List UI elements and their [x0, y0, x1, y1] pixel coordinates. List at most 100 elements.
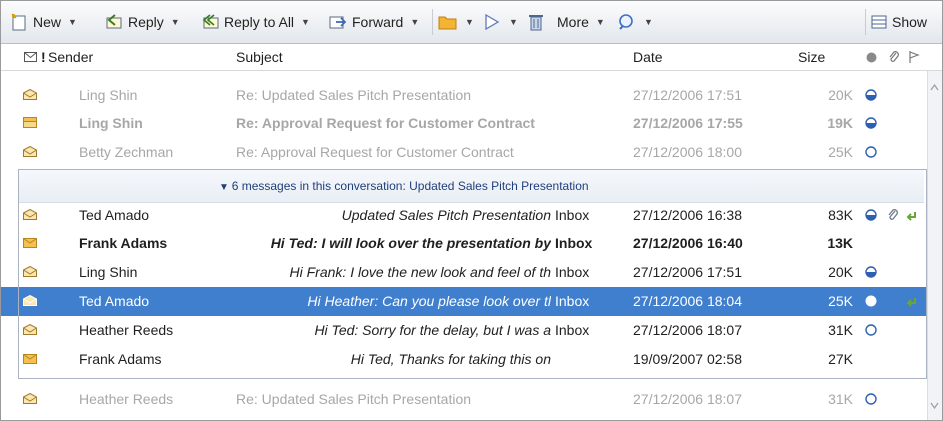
chevron-down-icon[interactable]: ▼ [596, 17, 605, 27]
move-to-folder-button[interactable]: ▼ [438, 10, 474, 34]
date-cell: 27/12/2006 17:51 [633, 87, 742, 103]
status-half-icon[interactable] [865, 266, 877, 278]
reply-label: Reply [128, 14, 164, 30]
chevron-down-icon[interactable]: ▼ [301, 17, 310, 27]
status-half-icon[interactable] [865, 89, 877, 101]
priority-column-icon[interactable]: ! [41, 49, 46, 65]
attachment-column-icon[interactable] [888, 50, 900, 64]
open-envelope-icon [23, 324, 37, 335]
size-cell: 25K [828, 144, 853, 160]
conversation-header-text: 6 messages in this conversation: Updated… [231, 179, 589, 193]
flag-icon [485, 13, 500, 31]
open-envelope-icon [23, 393, 37, 404]
size-cell: 13K [827, 235, 853, 251]
scroll-up-arrow-icon[interactable] [930, 83, 939, 92]
more-button[interactable]: More ▼ [557, 10, 605, 34]
delete-button[interactable] [526, 10, 546, 34]
message-row[interactable]: Heather Reeds Hi Ted: Sorry for the delay… [1, 316, 927, 345]
subject-cell: Hi Ted: I will look over the presentatio… [270, 235, 551, 251]
status-half-icon[interactable] [865, 117, 877, 129]
search-button[interactable]: ▼ [617, 10, 653, 34]
subject-cell: Re: Approval Request for Customer Contra… [236, 144, 514, 160]
show-label: Show [892, 14, 928, 30]
sender-cell: Ling Shin [79, 115, 143, 131]
open-envelope-icon [23, 266, 37, 277]
chevron-down-icon[interactable]: ▼ [509, 17, 518, 27]
date-cell: 27/12/2006 18:04 [633, 293, 742, 309]
chevron-down-icon[interactable]: ▼ [465, 17, 474, 27]
reply-to-all-label: Reply to All [224, 14, 295, 30]
conversation-header[interactable]: ▼ 6 messages in this conversation: Updat… [19, 170, 924, 203]
folder-cell: Inbox [555, 264, 590, 280]
sender-cell: Ted Amado [79, 293, 150, 309]
open-envelope-icon [23, 146, 37, 157]
message-row[interactable]: Ling Shin Hi Frank: I love the new look a… [1, 258, 927, 287]
chevron-down-icon[interactable]: ▼ [644, 17, 653, 27]
sender-cell: Betty Zechman [79, 144, 174, 160]
forward-icon [329, 16, 347, 29]
message-row[interactable]: Frank Adams Hi Ted, Thanks for taking thi… [1, 345, 927, 374]
sender-cell: Ling Shin [79, 87, 138, 103]
sender-cell: Ted Amado [79, 207, 150, 223]
more-label: More [557, 14, 589, 30]
reply-icon [106, 14, 122, 29]
message-row[interactable]: Ted Amado Updated Sales Pitch Presentatio… [1, 201, 927, 230]
attachment-icon [888, 209, 898, 220]
size-cell: 19K [827, 115, 853, 131]
new-message-icon [11, 13, 26, 31]
replied-arrow-icon [906, 212, 916, 221]
subject-cell: Re: Approval Request for Customer Contra… [236, 115, 535, 131]
date-cell: 27/12/2006 18:00 [633, 144, 742, 160]
message-row[interactable]: Ling Shin Re: Updated Sales Pitch Present… [1, 81, 927, 110]
forward-button[interactable]: Forward ▼ [328, 10, 419, 34]
date-column-header[interactable]: Date [633, 49, 663, 65]
sender-cell: Frank Adams [79, 235, 168, 251]
size-cell: 31K [828, 391, 853, 407]
reply-to-all-button[interactable]: Reply to All ▼ [200, 10, 310, 34]
flag-column-icon[interactable] [908, 50, 920, 64]
subject-cell: Hi Frank: I love the new look and feel o… [289, 264, 551, 280]
size-column-header[interactable]: Size [798, 49, 825, 65]
status-empty-icon[interactable] [865, 393, 877, 405]
date-cell: 27/12/2006 17:55 [633, 115, 743, 131]
reply-button[interactable]: Reply ▼ [104, 10, 180, 34]
message-row[interactable]: Ling Shin Re: Approval Request for Custom… [1, 109, 927, 138]
trash-icon [529, 15, 543, 31]
message-row[interactable]: Heather Reeds Re: Updated Sales Pitch Pre… [1, 385, 927, 414]
chevron-down-icon[interactable]: ▼ [68, 17, 77, 27]
message-row[interactable]: Frank Adams Hi Ted: I will look over the … [1, 229, 927, 258]
mail-list-window: New ▼ Reply ▼ Reply to All ▼ Forward ▼ ▼… [0, 0, 943, 421]
date-cell: 27/12/2006 17:51 [633, 264, 742, 280]
status-half-icon[interactable] [865, 209, 877, 221]
message-row[interactable]: Betty Zechman Re: Approval Request for Cu… [1, 138, 927, 167]
stacked-envelope-icon [23, 117, 37, 128]
message-row[interactable]: Ted Amado Hi Heather: Can you please look… [1, 287, 927, 316]
show-layout-icon [871, 15, 887, 29]
subject-cell: Updated Sales Pitch Presentation [341, 207, 551, 223]
chevron-down-icon[interactable]: ▼ [410, 17, 419, 27]
status-empty-icon[interactable] [865, 146, 877, 158]
status-full-icon[interactable] [865, 295, 877, 307]
folder-cell: Inbox [555, 293, 590, 309]
show-button[interactable]: Show [870, 10, 927, 34]
flag-button[interactable]: ▼ [482, 10, 518, 34]
read-status-column-icon[interactable] [24, 52, 37, 62]
scroll-down-arrow-icon[interactable] [930, 401, 939, 410]
closed-envelope-icon [23, 238, 37, 248]
vertical-scrollbar[interactable] [927, 71, 942, 420]
subject-column-header[interactable]: Subject [236, 49, 283, 65]
size-cell: 20K [828, 264, 853, 280]
date-cell: 27/12/2006 16:40 [633, 235, 743, 251]
chevron-down-icon[interactable]: ▼ [171, 17, 180, 27]
sender-column-header[interactable]: Sender [48, 49, 93, 65]
new-button[interactable]: New ▼ [9, 10, 77, 34]
date-cell: 27/12/2006 16:38 [633, 207, 742, 223]
collapse-arrow-icon[interactable]: ▼ [219, 182, 232, 193]
status-column-icon[interactable] [866, 52, 877, 63]
folder-cell: Inbox [555, 322, 590, 338]
toolbar-divider [865, 9, 866, 35]
open-envelope-icon [23, 89, 37, 100]
sender-cell: Ling Shin [79, 264, 138, 280]
status-empty-icon[interactable] [865, 324, 877, 336]
date-cell: 27/12/2006 18:07 [633, 322, 742, 338]
